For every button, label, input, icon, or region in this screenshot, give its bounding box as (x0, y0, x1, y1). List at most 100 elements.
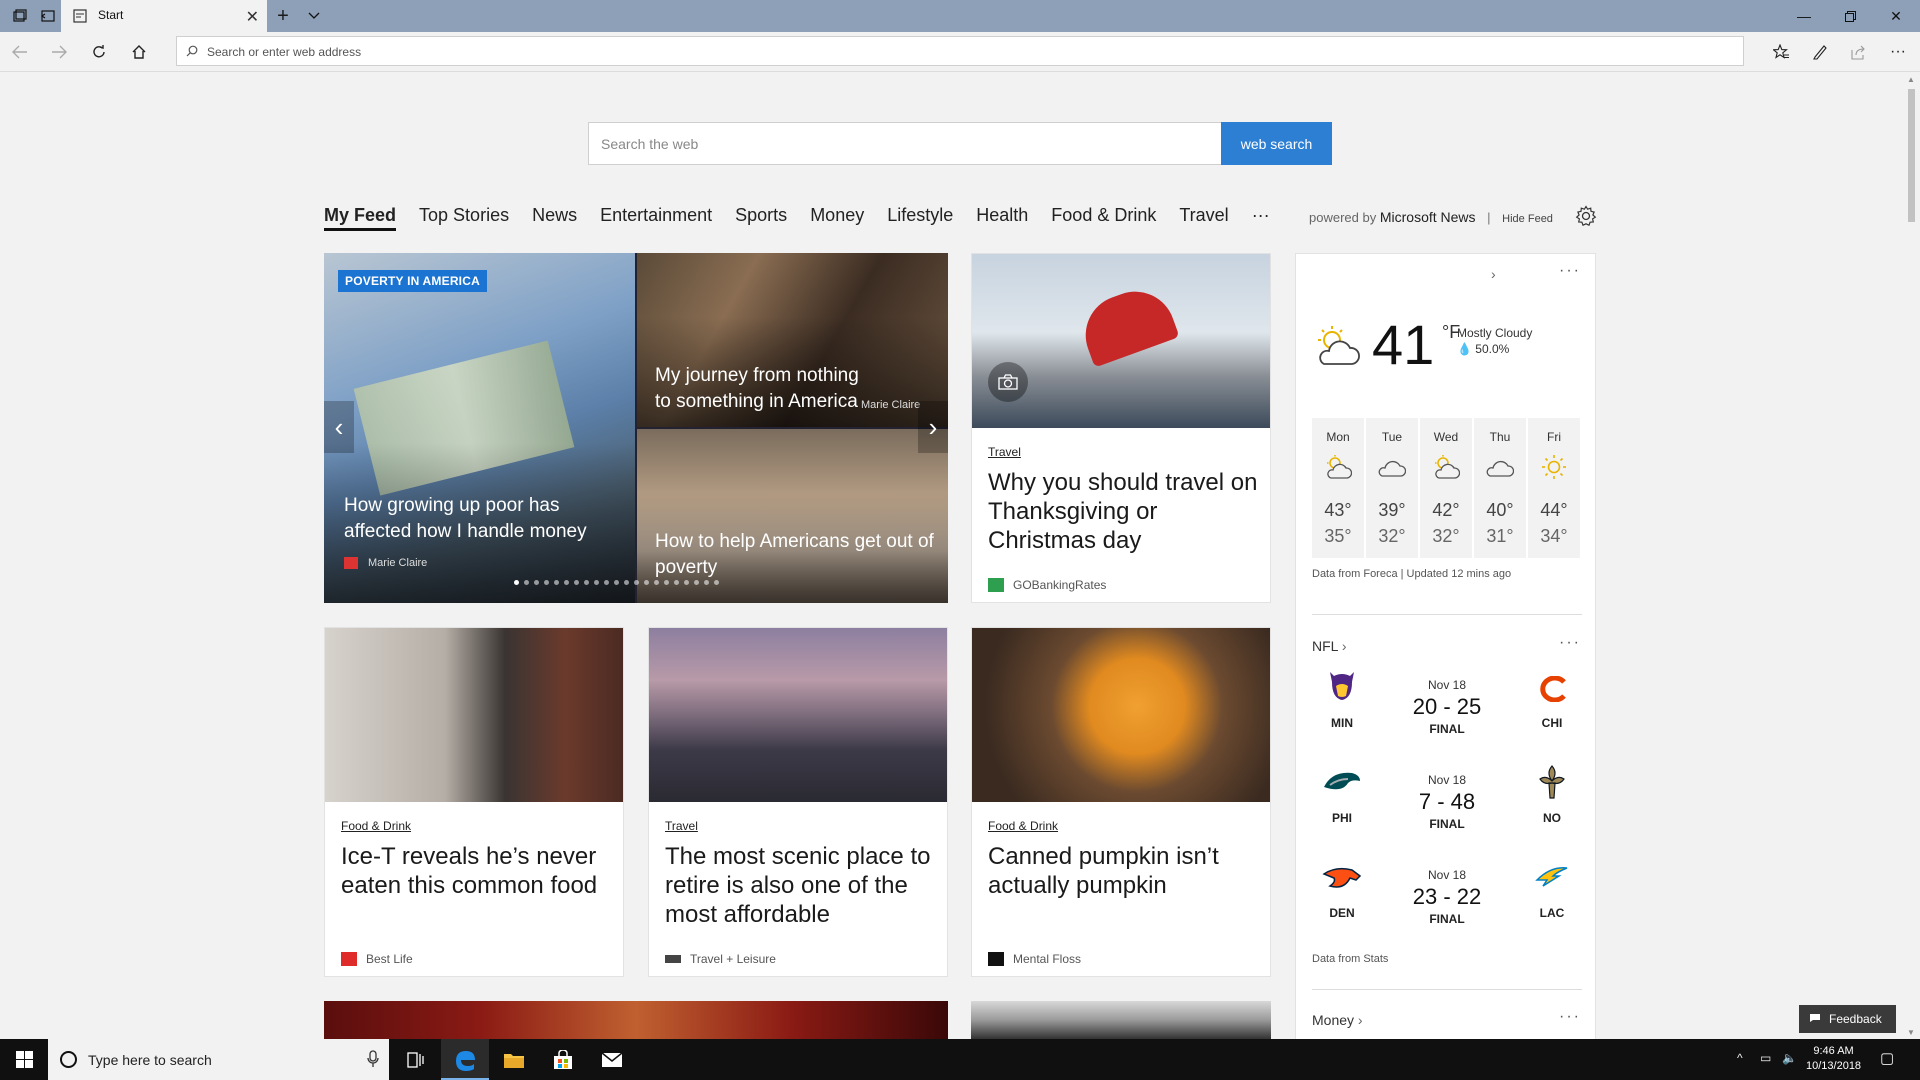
article-card[interactable]: Food & Drink Ice-T reveals he’s never ea… (324, 627, 624, 977)
slide-dot[interactable] (574, 580, 579, 585)
slide-dot[interactable] (714, 580, 719, 585)
clock[interactable]: 9:46 AM 10/13/2018 (1806, 1044, 1861, 1074)
slide-dot[interactable] (644, 580, 649, 585)
restore-button[interactable] (1827, 0, 1873, 32)
article-card[interactable] (324, 1001, 948, 1039)
hero-main-story[interactable]: POVERTY IN AMERICA How growing up poor h… (324, 253, 635, 603)
web-search-button[interactable]: web search (1221, 122, 1332, 165)
microphone-icon[interactable] (367, 1050, 379, 1068)
forecast-day[interactable]: Thu 40° 31° (1474, 418, 1526, 558)
slide-dot[interactable] (674, 580, 679, 585)
slide-dot[interactable] (664, 580, 669, 585)
article-category[interactable]: Food & Drink (341, 819, 411, 833)
slide-dot[interactable] (524, 580, 529, 585)
gear-icon[interactable] (1575, 205, 1597, 227)
chevron-right-icon[interactable]: › (1491, 266, 1496, 282)
slide-dot[interactable] (604, 580, 609, 585)
article-category[interactable]: Travel (665, 819, 698, 833)
hide-feed-link[interactable]: Hide Feed (1502, 213, 1553, 225)
forecast-day[interactable]: Wed 42° 32° (1420, 418, 1472, 558)
taskbar-search[interactable]: Type here to search (48, 1039, 389, 1080)
hero-main-title[interactable]: How growing up poor has affected how I h… (344, 493, 614, 545)
article-title[interactable]: Ice-T reveals he’s never eaten this comm… (341, 842, 616, 900)
home-icon[interactable] (127, 40, 151, 64)
more-icon[interactable]: ··· (1886, 40, 1910, 64)
back-icon[interactable] (8, 40, 32, 64)
feedback-button[interactable]: Feedback (1799, 1005, 1896, 1033)
slide-dot[interactable] (554, 580, 559, 585)
chevron-up-icon[interactable]: ^ (1737, 1051, 1743, 1065)
chevron-down-icon[interactable] (302, 0, 326, 32)
slide-dot[interactable] (534, 580, 539, 585)
hero-story-2[interactable]: My journey from nothing to something in … (637, 253, 948, 427)
hero-story-3-title[interactable]: How to help Americans get out of poverty (655, 529, 935, 581)
web-search-input[interactable] (589, 123, 1221, 164)
tab-entertainment[interactable]: Entertainment (600, 204, 712, 226)
hero-story-2-title[interactable]: My journey from nothing to something in … (655, 363, 870, 415)
article-category[interactable]: Food & Drink (988, 819, 1058, 833)
store-icon[interactable] (539, 1039, 587, 1080)
tab-food-drink[interactable]: Food & Drink (1051, 204, 1156, 226)
slide-dot[interactable] (634, 580, 639, 585)
tab-my-feed[interactable]: My Feed (324, 204, 397, 231)
article-category[interactable]: Travel (988, 445, 1021, 459)
next-slide-button[interactable]: › (918, 401, 948, 453)
volume-icon[interactable]: 🔈 (1782, 1051, 1797, 1065)
slide-dot[interactable] (564, 580, 569, 585)
scroll-down-icon[interactable]: ▼ (1907, 1028, 1915, 1037)
current-weather[interactable]: 41 °F Mostly Cloudy 💧 50.0% (1312, 313, 1582, 380)
network-icon[interactable]: ▭ (1760, 1051, 1771, 1065)
refresh-icon[interactable] (87, 40, 111, 64)
money-section-title[interactable]: Money › (1312, 1012, 1363, 1028)
article-title[interactable]: Canned pumpkin isn’t actually pumpkin (988, 842, 1263, 900)
tab-travel[interactable]: Travel (1179, 204, 1228, 226)
forecast-day[interactable]: Mon 43° 35° (1312, 418, 1364, 558)
article-title[interactable]: The most scenic place to retire is also … (665, 842, 940, 929)
pen-icon[interactable] (1808, 40, 1832, 64)
forecast-day[interactable]: Fri 44° 34° (1528, 418, 1580, 558)
tab-money[interactable]: Money (810, 204, 864, 226)
slide-dot[interactable] (544, 580, 549, 585)
scroll-up-icon[interactable]: ▲ (1907, 75, 1915, 84)
page-scrollbar[interactable]: ▲ ▼ (1903, 73, 1920, 1039)
nfl-game[interactable]: DEN Nov 18 23 - 22 FINAL LAC (1312, 858, 1582, 948)
topic-badge[interactable]: POVERTY IN AMERICA (338, 270, 487, 292)
slide-dot[interactable] (654, 580, 659, 585)
forecast-day[interactable]: Tue 39° 32° (1366, 418, 1418, 558)
scrollbar-thumb[interactable] (1908, 89, 1915, 222)
slide-dot[interactable] (684, 580, 689, 585)
action-center-icon[interactable]: ▢ (1880, 1049, 1894, 1067)
edge-browser-icon[interactable] (441, 1039, 489, 1080)
tabs-aside-icon[interactable] (34, 0, 62, 32)
hero-story-3[interactable]: How to help Americans get out of poverty (637, 429, 948, 603)
more-options-icon[interactable]: ··· (1559, 1008, 1581, 1026)
tab-preview-icon[interactable] (6, 0, 34, 32)
minimize-button[interactable]: — (1781, 0, 1827, 32)
address-bar[interactable]: Search or enter web address (176, 36, 1744, 66)
slide-dot[interactable] (514, 580, 519, 585)
forward-icon[interactable] (47, 40, 71, 64)
tab-health[interactable]: Health (976, 204, 1028, 226)
file-explorer-icon[interactable] (490, 1039, 538, 1080)
tab-sports[interactable]: Sports (735, 204, 787, 226)
share-icon[interactable] (1847, 40, 1871, 64)
more-options-icon[interactable]: ··· (1559, 634, 1581, 652)
tab-news[interactable]: News (532, 204, 577, 226)
slide-dot[interactable] (614, 580, 619, 585)
mail-icon[interactable] (588, 1039, 636, 1080)
article-card[interactable]: Travel Why you should travel on Thanksgi… (971, 253, 1271, 603)
slide-dot[interactable] (694, 580, 699, 585)
more-options-icon[interactable]: ··· (1559, 262, 1581, 280)
close-window-button[interactable]: ✕ (1873, 0, 1919, 32)
new-tab-icon[interactable]: + (270, 0, 296, 32)
slide-dot[interactable] (704, 580, 709, 585)
article-card[interactable]: Food & Drink Canned pumpkin isn’t actual… (971, 627, 1271, 977)
slide-dot[interactable] (584, 580, 589, 585)
slide-dot[interactable] (624, 580, 629, 585)
task-view-icon[interactable] (392, 1039, 440, 1080)
nfl-game[interactable]: PHI Nov 18 7 - 48 FINAL NO (1312, 763, 1582, 853)
nfl-section-title[interactable]: NFL › (1312, 638, 1347, 654)
nfl-game[interactable]: MIN Nov 18 20 - 25 FINAL CHI (1312, 668, 1582, 758)
hero-slideshow[interactable]: POVERTY IN AMERICA How growing up poor h… (324, 253, 948, 603)
close-tab-icon[interactable]: ✕ (246, 7, 259, 27)
